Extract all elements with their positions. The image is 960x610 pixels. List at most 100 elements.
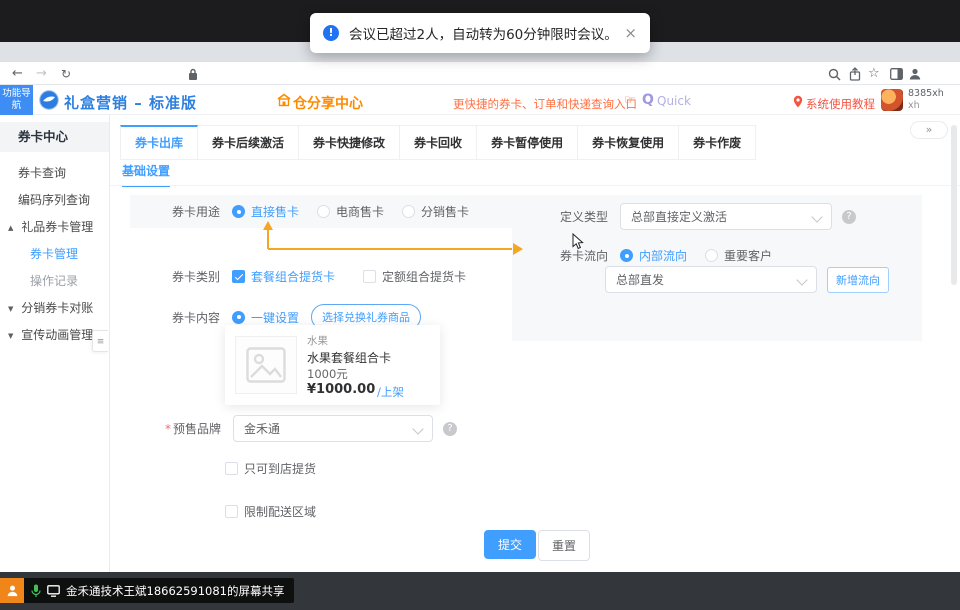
define-type-row: 定义类型 总部直接定义激活 ? xyxy=(560,203,856,230)
radio-ecommerce-sale[interactable]: 电商售卡 xyxy=(317,203,384,220)
bookmark-star-icon[interactable]: ☆ xyxy=(868,66,880,81)
sidebar: 券卡中心 券卡查询 编码序列查询 ▲ 礼品券卡管理 券卡管理 操作记录 ▼ 分销… xyxy=(0,115,110,572)
radio-icon xyxy=(705,249,718,262)
app-logo-icon xyxy=(39,90,59,110)
tab-card-follow-activation[interactable]: 券卡后续激活 xyxy=(198,125,299,160)
share-icon[interactable] xyxy=(849,67,861,81)
tab-card-outbound[interactable]: 券卡出库 xyxy=(120,125,198,160)
required-mark: * xyxy=(165,422,171,436)
limit-delivery-row: 限制配送区域 xyxy=(225,503,334,520)
person-icon xyxy=(6,584,19,597)
sidebar-item-card-query[interactable]: 券卡查询 xyxy=(0,160,109,187)
profile-icon[interactable] xyxy=(908,67,922,81)
main-content: 券卡出库 券卡后续激活 券卡快捷修改 券卡回收 券卡暂停使用 券卡恢复使用 券卡… xyxy=(110,115,960,572)
scrollbar-thumb[interactable] xyxy=(951,125,957,285)
define-type-value: 总部直接定义激活 xyxy=(631,208,727,225)
quick-magnifier-icon[interactable]: Q xyxy=(642,92,654,108)
quick-search-label[interactable]: Quick xyxy=(657,94,691,108)
radio-label: 重要客户 xyxy=(724,247,772,264)
reload-icon[interactable]: ↻ xyxy=(61,67,71,81)
help-icon[interactable]: ? xyxy=(443,422,457,436)
checkbox-fixed-amount-card[interactable]: 定额组合提货卡 xyxy=(363,268,466,285)
radio-key-customer[interactable]: 重要客户 xyxy=(705,247,772,264)
sidebar-item-label: 分销券卡对账 xyxy=(21,301,93,315)
checkbox-label: 定额组合提货卡 xyxy=(382,268,466,285)
reset-button[interactable]: 重置 xyxy=(538,530,590,561)
sidebar-item-label: 编码序列查询 xyxy=(18,193,90,207)
radio-direct-sale[interactable]: 直接售卡 xyxy=(232,203,299,220)
flow-direction-value: 总部直发 xyxy=(616,271,664,288)
pickup-only-row: 只可到店提货 xyxy=(225,460,334,477)
user-id: 8385xh xyxy=(908,88,944,100)
sidebar-item-card-management[interactable]: 券卡管理 xyxy=(0,241,109,268)
function-nav-toggle[interactable]: 功能导航 xyxy=(0,85,33,115)
checkbox-store-pickup-only[interactable]: 只可到店提货 xyxy=(225,460,316,477)
radio-selected-icon xyxy=(232,205,245,218)
quick-entry-tip[interactable]: 更快捷的券卡、订单和快递查询入口 xyxy=(453,96,637,112)
pointer-hand-icon: ☞ xyxy=(624,93,636,108)
presale-brand-select[interactable]: 金禾通 xyxy=(233,415,433,442)
sidebar-item-distribution-reconciliation[interactable]: ▼ 分销券卡对账 xyxy=(0,295,109,322)
radio-label: 一键设置 xyxy=(251,309,299,326)
radio-distribution-sale[interactable]: 分销售卡 xyxy=(402,203,469,220)
sidebar-item-gift-card-management[interactable]: ▲ 礼品券卡管理 xyxy=(0,214,109,241)
checkbox-combo-pickup-card[interactable]: 套餐组合提货卡 xyxy=(232,268,335,285)
help-icon[interactable]: ? xyxy=(842,210,856,224)
sidebar-item-code-sequence-query[interactable]: 编码序列查询 xyxy=(0,187,109,214)
tab-card-quick-edit[interactable]: 券卡快捷修改 xyxy=(299,125,400,160)
tab-card-resume[interactable]: 券卡恢复使用 xyxy=(578,125,679,160)
add-flow-button[interactable]: 新增流向 xyxy=(827,267,889,293)
info-icon: ! xyxy=(323,25,339,41)
location-pin-icon xyxy=(793,95,803,108)
checkbox-label: 套餐组合提货卡 xyxy=(251,268,335,285)
expand-down-icon: ▼ xyxy=(8,332,13,340)
radio-internal-flow[interactable]: 内部流向 xyxy=(620,247,687,264)
sidebar-collapse-handle[interactable]: ≡ xyxy=(92,330,108,352)
presale-brand-row: * 预售品牌 金禾通 ? xyxy=(165,415,457,442)
sidebar-item-label: 券卡查询 xyxy=(18,166,66,180)
sidebar-item-label: 操作记录 xyxy=(30,274,78,288)
sidebar-item-label: 礼品券卡管理 xyxy=(21,220,93,234)
card-flow-row: 券卡流向 内部流向 重要客户 xyxy=(560,247,790,264)
forward-icon[interactable]: → xyxy=(36,66,47,81)
radio-icon xyxy=(402,205,415,218)
hamburger-icon: ≡ xyxy=(97,337,105,347)
user-avatar[interactable] xyxy=(881,89,903,111)
sidebar-item-operation-log[interactable]: 操作记录 xyxy=(0,268,109,295)
checkbox-limit-delivery-area[interactable]: 限制配送区域 xyxy=(225,503,316,520)
card-category-label: 券卡类别 xyxy=(172,268,220,285)
checkbox-label: 限制配送区域 xyxy=(244,503,316,520)
product-name: 水果套餐组合卡 xyxy=(307,349,391,366)
define-type-select[interactable]: 总部直接定义激活 xyxy=(620,203,832,230)
submit-button[interactable]: 提交 xyxy=(484,530,536,559)
toast-message: 会议已超过2人，自动转为60分钟限时会议。 xyxy=(349,23,618,43)
radio-selected-icon xyxy=(232,311,245,324)
side-panel-icon[interactable] xyxy=(890,68,903,80)
product-onshelf-link[interactable]: /上架 xyxy=(377,384,404,400)
tab-card-suspend[interactable]: 券卡暂停使用 xyxy=(477,125,578,160)
radio-one-key-setup[interactable]: 一键设置 xyxy=(232,309,299,326)
share-status-pill: 金禾通技术王斌18662591081的屏幕共享 xyxy=(24,578,294,603)
back-icon[interactable]: ← xyxy=(12,66,23,81)
microphone-icon xyxy=(31,584,41,598)
sidebar-section-card-center[interactable]: 券卡中心 xyxy=(0,122,109,152)
share-center-link[interactable]: 仓分享中心 xyxy=(293,93,363,113)
system-tutorial-link[interactable]: 系统使用教程 xyxy=(806,96,875,112)
product-card: 水果 水果套餐组合卡 1000元 ¥1000.00 /上架 xyxy=(225,325,440,405)
tab-card-recycle[interactable]: 券卡回收 xyxy=(400,125,477,160)
checkbox-icon xyxy=(225,462,238,475)
share-user-avatar xyxy=(0,578,24,603)
product-image-placeholder xyxy=(235,336,297,394)
toast-close-icon[interactable]: × xyxy=(624,24,637,42)
tab-card-void[interactable]: 券卡作废 xyxy=(679,125,756,160)
subtab-basic-settings[interactable]: 基础设置 xyxy=(122,162,170,187)
tabs-collapse-button[interactable]: » xyxy=(910,121,948,139)
zoom-icon[interactable] xyxy=(828,68,841,81)
flow-direction-select[interactable]: 总部直发 xyxy=(605,266,817,293)
define-type-label: 定义类型 xyxy=(560,208,608,225)
checkbox-icon xyxy=(225,505,238,518)
annotation-arrow xyxy=(250,219,535,255)
screen-share-icon xyxy=(47,585,60,597)
user-name: 8385xh xh xyxy=(908,88,944,112)
card-category-row: 券卡类别 套餐组合提货卡 定额组合提货卡 xyxy=(172,268,484,285)
